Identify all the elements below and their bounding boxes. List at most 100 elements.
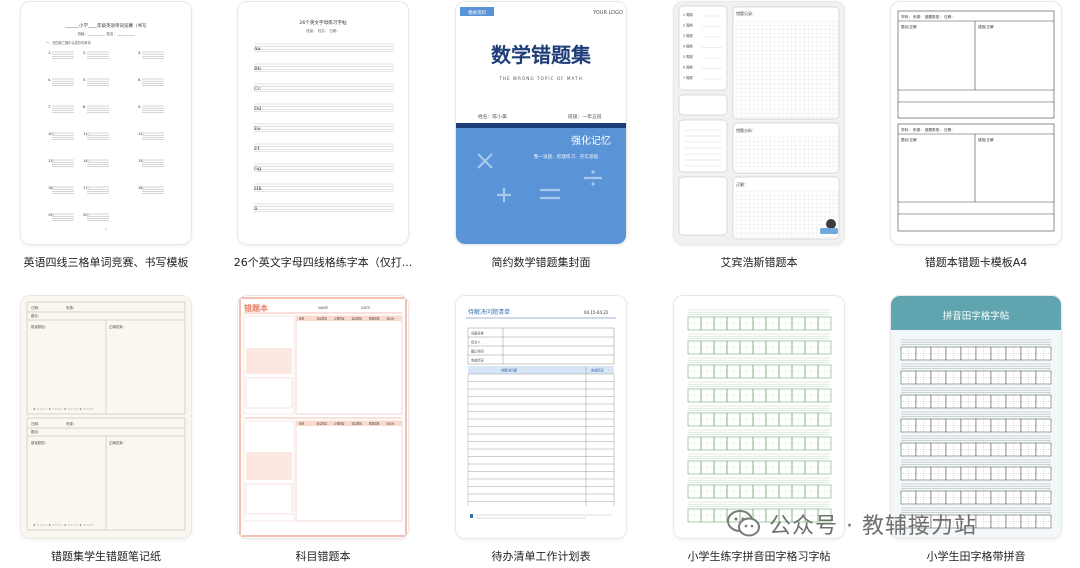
template-title[interactable]: 简约数学错题集封面: [446, 254, 636, 270]
svg-text:26个英文字母练习字帖: 26个英文字母练习字帖: [299, 19, 347, 26]
svg-text:学科： 来源： 错题类型： 日期：: 学科： 来源： 错题类型： 日期：: [901, 127, 955, 132]
svg-text:DATE: DATE: [361, 306, 371, 310]
item-number: 3.: [138, 51, 141, 55]
svg-text:题目：: 题目：: [31, 429, 41, 434]
svg-text:完成情况: 完成情况: [591, 368, 605, 373]
practice-letter: Ii: [254, 206, 258, 212]
template-title[interactable]: 26个英文字母四线格练字本（仅打...: [228, 254, 418, 270]
item-number: 17.: [83, 186, 89, 190]
practice-letter: Bb: [254, 66, 261, 72]
svg-text:学科： 来源： 错题类型： 日期：: 学科： 来源： 错题类型： 日期：: [901, 14, 955, 19]
template-thumbnail[interactable]: ______小学____年级英语单词竞赛（书写 班级：__________ 姓名…: [21, 2, 191, 244]
template-title[interactable]: 科目错题本: [228, 548, 418, 564]
template-thumbnail[interactable]: 拼音田字格字帖: [891, 296, 1061, 538]
svg-text:日期：: 日期：: [31, 305, 41, 310]
svg-text:错误原因：: 错误原因：: [31, 324, 48, 329]
template-thumbnail[interactable]: 相关资料 YOUR LOGO 数学错题集 THE WRONG TOPIC OF …: [456, 2, 626, 244]
template-thumbnail[interactable]: 1 周期 2 周期 3 周期 4 周期 5 周期 6 周期 7 周期 错题记录： 错题分析：…: [674, 2, 844, 244]
item-number: 12.: [138, 132, 144, 136]
practice-letter: Aa: [253, 46, 261, 52]
item-number: 16.: [48, 186, 54, 190]
item-number: 11.: [83, 132, 89, 136]
wechat-icon: [727, 510, 760, 537]
column-header: 错误原因: [352, 317, 363, 321]
practice-letter: Gg: [254, 166, 262, 172]
template-title[interactable]: 英语四线三格单词竞赛、书写模板: [11, 254, 201, 270]
svg-text:整一道题、梳理练习、夯实基础: 整一道题、梳理练习、夯实基础: [534, 153, 599, 160]
svg-text:正确答案：: 正确答案：: [109, 324, 126, 329]
svg-text:1: 1: [105, 227, 107, 231]
practice-letter: Ee: [254, 126, 261, 132]
svg-text:题目/正解: 题目/正解: [901, 137, 917, 142]
svg-text:NAME: NAME: [318, 306, 329, 310]
row-label: 截止时间: [471, 349, 484, 354]
column-header: 正确答案: [334, 422, 345, 426]
template-thumbnail[interactable]: 日期： 来源： 题目： 错误原因： 正确答案： 日期： 来源： 题目： 错误原因…: [21, 296, 191, 538]
column-header: 错误原因: [352, 422, 363, 426]
svg-text:班级：__________ 姓名：__________: 班级：__________ 姓名：__________: [77, 31, 134, 36]
item-number: 7.: [48, 105, 51, 109]
svg-text:来源：: 来源：: [66, 305, 76, 310]
template-thumbnail[interactable]: 学科： 来源： 错题类型： 日期： 题目/正解 错因/正解 学科： 来源： 错题…: [891, 2, 1061, 244]
template-thumbnail[interactable]: 待解决问题清单 04.15-04.22 问题名称 负责人 截止时间 完成情况 待解决问…: [456, 296, 626, 538]
svg-text:题目：: 题目：: [31, 313, 41, 318]
column-header: 知识点: [387, 422, 395, 426]
svg-text:错题记录：: 错题记录：: [736, 10, 756, 16]
template-thumbnail[interactable]: [674, 296, 844, 538]
column-header: 错误答案: [317, 422, 328, 426]
wechat-watermark: 公众号 · 教辅接力站: [727, 506, 977, 542]
svg-text:姓名：陈小美: 姓名：陈小美: [478, 113, 507, 120]
svg-text:正确答案：: 正确答案：: [109, 440, 126, 445]
practice-letter: Ff: [254, 146, 260, 152]
item-number: 19.: [48, 213, 54, 217]
svg-text:错误原因：: 错误原因：: [31, 440, 48, 445]
svg-text:04.15-04.22: 04.15-04.22: [584, 310, 609, 315]
item-number: 20.: [83, 213, 89, 217]
column-header: 错误答案: [317, 317, 328, 321]
item-number: 5.: [83, 78, 86, 82]
item-number: 9.: [138, 105, 141, 109]
svg-text:★ ☆☆☆☆ ★ ☆☆☆☆ ★ ☆☆☆☆ ★ ☆☆☆☆: ★ ☆☆☆☆ ★ ☆☆☆☆ ★ ☆☆☆☆ ★ ☆☆☆☆: [33, 407, 94, 411]
template-title[interactable]: 错题集学生错题笔记纸: [11, 548, 201, 564]
column-header: 正确答案: [334, 317, 345, 321]
review-cycle-label: 7 周期: [683, 75, 692, 80]
row-label: 完成情况: [471, 358, 485, 363]
column-header: 解题思路: [369, 422, 380, 426]
review-cycle-label: 2 周期: [683, 23, 692, 28]
review-cycle-label: 5 周期: [683, 54, 692, 59]
review-cycle-label: 6 周期: [683, 65, 692, 70]
column-header: 解题思路: [369, 317, 380, 321]
svg-text:相关资料: 相关资料: [468, 9, 486, 16]
row-label: 负责人: [471, 340, 481, 345]
template-thumbnail[interactable]: 26个英文字母练习字帖 班级： 姓名： 日期： Aa Bb Cc Dd Ee Ff Gg Hh…: [238, 2, 408, 244]
review-cycle-label: 1 周期: [683, 12, 692, 17]
svg-text:班级：一年五班: 班级：一年五班: [568, 113, 602, 120]
svg-text:待解决问题清单: 待解决问题清单: [468, 308, 510, 316]
template-title[interactable]: 小学生田字格带拼音: [881, 548, 1071, 564]
template-title[interactable]: 错题本错题卡模板A4: [881, 254, 1071, 270]
template-title[interactable]: 小学生练字拼音田字格习字帖: [664, 548, 854, 564]
item-number: 18.: [138, 186, 144, 190]
template-thumbnail[interactable]: 错题本 NAME DATE 题目 错误答案 正确答案 错误原因 解题思路 知识点 题目 错误…: [238, 296, 408, 538]
watermark-text: 公众号 · 教辅接力站: [769, 514, 977, 539]
svg-text:错题本: 错题本: [244, 303, 268, 313]
item-number: 14.: [83, 159, 89, 163]
practice-letter: Cc: [254, 86, 261, 92]
svg-text:错题分析：: 错题分析：: [736, 127, 756, 133]
svg-text:强化记忆: 强化记忆: [571, 134, 611, 147]
template-title[interactable]: 艾宾浩斯错题本: [664, 254, 854, 270]
item-number: 15.: [138, 159, 144, 163]
svg-text:______小学____年级英语单词竞赛（书写: ______小学____年级英语单词竞赛（书写: [65, 22, 147, 29]
row-label: 问题名称: [471, 331, 485, 336]
item-number: 2.: [83, 51, 86, 55]
column-header: 题目: [299, 317, 305, 321]
svg-text:题目/正解: 题目/正解: [901, 24, 917, 29]
svg-text:错因/正解: 错因/正解: [978, 137, 994, 142]
svg-text:THE WRONG TOPIC OF MATH: THE WRONG TOPIC OF MATH: [498, 76, 583, 81]
svg-text:来源：: 来源：: [66, 421, 76, 426]
template-title[interactable]: 待办清单工作计划表: [446, 548, 636, 564]
item-number: 1.: [48, 51, 51, 55]
svg-text:班级： 姓名： 日期：: 班级： 姓名： 日期：: [306, 28, 340, 33]
practice-letter: Hh: [254, 186, 262, 192]
column-header: 题目: [299, 422, 305, 426]
